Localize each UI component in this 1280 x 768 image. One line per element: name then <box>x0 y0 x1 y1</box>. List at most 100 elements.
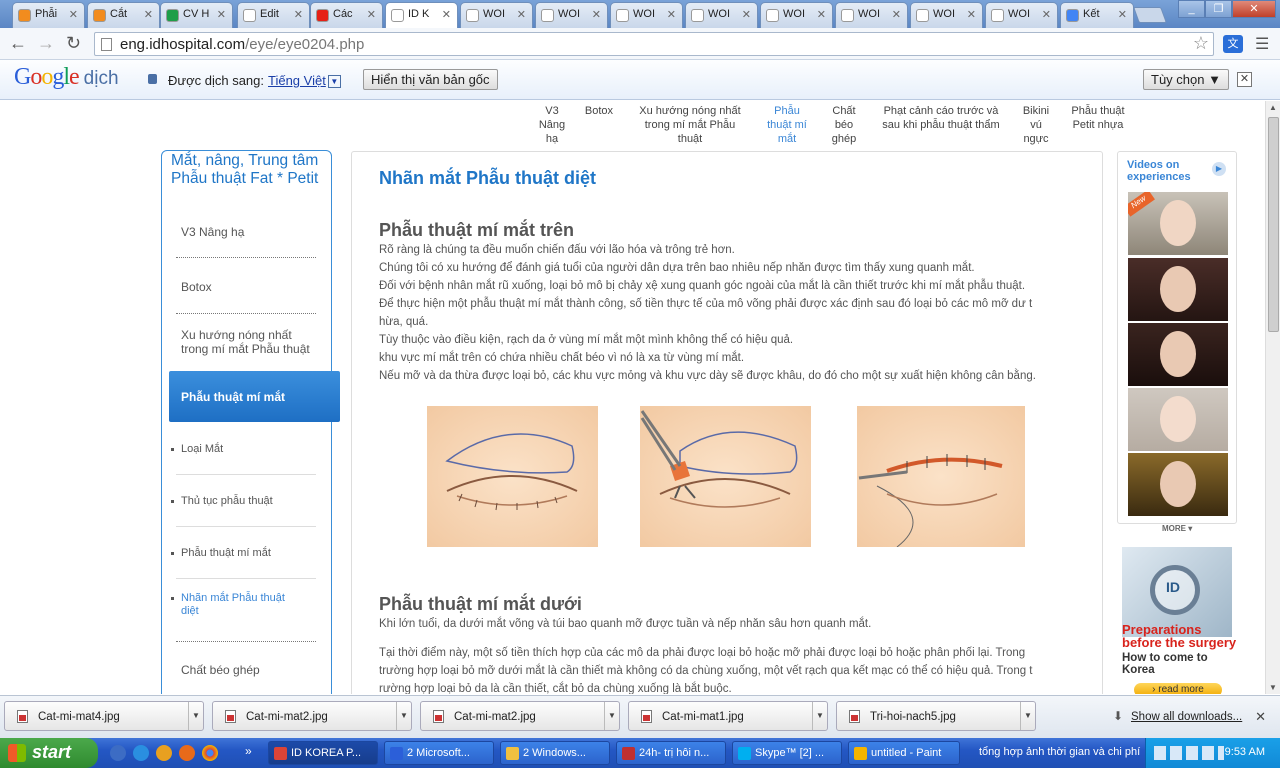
play-icon[interactable]: ▶ <box>1212 162 1226 176</box>
video-thumbnail[interactable] <box>1128 258 1228 321</box>
ie-icon[interactable] <box>133 745 149 761</box>
browser-tab[interactable]: Phẫi ✕ <box>12 2 85 28</box>
taskbar-task[interactable]: ID KOREA P... <box>268 741 378 765</box>
show-desktop-icon[interactable] <box>110 745 126 761</box>
browser-tab[interactable]: WOI ✕ <box>535 2 608 28</box>
bookmark-star-icon[interactable]: ☆ <box>1193 33 1209 54</box>
browser-tab[interactable]: WOI ✕ <box>685 2 758 28</box>
taskbar-task[interactable]: 24h- trị hôi n... <box>616 741 726 765</box>
show-all-downloads-link[interactable]: Show all downloads... <box>1131 711 1242 723</box>
translate-icon[interactable]: 文 <box>1223 35 1243 53</box>
video-thumbnail[interactable] <box>1128 453 1228 516</box>
forward-icon[interactable]: → <box>37 34 55 52</box>
download-item[interactable]: Cat-mi-mat2.jpg ▼ <box>420 701 620 731</box>
download-menu-icon[interactable]: ▼ <box>188 702 203 730</box>
video-thumbnail[interactable] <box>1128 388 1228 451</box>
sidebar-sub-eyelid-surgery[interactable]: Phẫu thuật mí mắt <box>171 547 271 559</box>
close-tab-icon[interactable]: ✕ <box>517 8 526 21</box>
options-button[interactable]: Tùy chọn ▼ <box>1143 69 1229 90</box>
close-tab-icon[interactable]: ✕ <box>892 8 901 21</box>
browser-tab[interactable]: Các ✕ <box>310 2 383 28</box>
maximize-button[interactable]: ❐ <box>1205 0 1232 18</box>
sidebar-item-v3[interactable]: V3 Nâng hạ <box>181 225 244 239</box>
close-window-button[interactable]: ✕ <box>1232 0 1276 18</box>
language-select[interactable]: Tiếng Việt <box>268 73 326 88</box>
firefox-icon[interactable] <box>179 745 195 761</box>
topnav-botox[interactable]: Botox <box>580 104 618 118</box>
close-tab-icon[interactable]: ✕ <box>1042 8 1051 21</box>
topnav-eyelid[interactable]: Phẫu thuật mí mắt <box>764 104 810 146</box>
taskbar-task[interactable]: untitled - Paint <box>848 741 960 765</box>
download-menu-icon[interactable]: ▼ <box>1020 702 1035 730</box>
topnav-trend[interactable]: Xu hướng nóng nhất trong mí mắt Phẫu thu… <box>636 104 744 146</box>
taskbar-task[interactable]: 2 Windows... <box>500 741 610 765</box>
browser-tab[interactable]: WOI ✕ <box>985 2 1058 28</box>
more-button[interactable]: MORE ▾ <box>1162 524 1192 533</box>
download-menu-icon[interactable]: ▼ <box>396 702 411 730</box>
read-more-button[interactable]: › read more <box>1134 683 1222 694</box>
close-tab-icon[interactable]: ✕ <box>592 8 601 21</box>
page-scrollbar[interactable]: ▲ ▼ <box>1265 101 1280 694</box>
preparations-title[interactable]: Preparations before the surgery <box>1122 623 1237 649</box>
sidebar-sub-procedure[interactable]: Thủ tục phẫu thuật <box>171 495 273 507</box>
browser-tab[interactable]: Kết ✕ <box>1060 2 1134 28</box>
browser-tab[interactable]: WOI ✕ <box>910 2 983 28</box>
topnav-petit[interactable]: Phẫu thuật Petit nhựa <box>1067 104 1129 132</box>
close-icon[interactable]: ✕ <box>1255 709 1266 725</box>
topnav-fat[interactable]: Chất béo ghép <box>826 104 862 146</box>
sidebar-item-botox[interactable]: Botox <box>181 280 212 294</box>
browser-tab[interactable]: WOI ✕ <box>610 2 683 28</box>
close-tab-icon[interactable]: ✕ <box>144 8 153 21</box>
language-dropdown-icon[interactable]: ▼ <box>327 75 341 89</box>
tray-icons[interactable] <box>1154 746 1224 760</box>
browser-tab[interactable]: Edit ✕ <box>237 2 310 28</box>
taskbar-task[interactable]: 2 Microsoft... <box>384 741 494 765</box>
clock[interactable]: 9:53 AM <box>1225 746 1265 758</box>
start-button[interactable]: start <box>0 738 98 768</box>
close-icon[interactable]: ✕ <box>1237 72 1252 87</box>
topnav-bikini[interactable]: Bikini vú ngực <box>1017 104 1055 146</box>
chrome-icon[interactable] <box>202 745 218 761</box>
download-item[interactable]: Tri-hoi-nach5.jpg ▼ <box>836 701 1036 731</box>
minimize-button[interactable]: _ <box>1178 0 1205 18</box>
back-icon[interactable]: ← <box>9 34 27 52</box>
quicklaunch-chevron-icon[interactable]: » <box>245 744 252 758</box>
browser-tab[interactable]: WOI ✕ <box>835 2 908 28</box>
download-menu-icon[interactable]: ▼ <box>604 702 619 730</box>
show-original-button[interactable]: Hiển thị văn bản gốc <box>363 69 498 90</box>
close-tab-icon[interactable]: ✕ <box>69 8 78 21</box>
media-player-icon[interactable] <box>156 745 172 761</box>
sidebar-sub-active[interactable]: Nhãn mắt Phẫu thuật diệt <box>171 592 296 618</box>
browser-tab[interactable]: WOI ✕ <box>460 2 533 28</box>
close-tab-icon[interactable]: ✕ <box>667 8 676 21</box>
browser-tab[interactable]: Cắt ✕ <box>87 2 160 28</box>
scroll-down-icon[interactable]: ▼ <box>1269 683 1277 692</box>
close-tab-icon[interactable]: ✕ <box>294 8 303 21</box>
video-thumbnail[interactable]: New <box>1128 192 1228 255</box>
download-item[interactable]: Cat-mi-mat4.jpg ▼ <box>4 701 204 731</box>
sidebar-sub-eye-type[interactable]: Loại Mắt <box>170 443 223 455</box>
taskbar-task[interactable]: Skype™ [2] ... <box>732 741 842 765</box>
close-tab-icon[interactable]: ✕ <box>217 8 226 21</box>
close-tab-icon[interactable]: ✕ <box>817 8 826 21</box>
url-text[interactable]: eng.idhospital.com/eye/eye0204.php <box>120 36 364 53</box>
close-tab-icon[interactable]: ✕ <box>442 8 451 21</box>
download-item[interactable]: Cat-mi-mat1.jpg ▼ <box>628 701 828 731</box>
new-tab-button[interactable] <box>1133 7 1167 23</box>
wrench-menu-icon[interactable]: ☰ <box>1255 34 1269 54</box>
videos-title[interactable]: Videos on experiences <box>1127 159 1207 183</box>
download-item[interactable]: Cat-mi-mat2.jpg ▼ <box>212 701 412 731</box>
sidebar-item-fat[interactable]: Chất béo ghép <box>181 663 260 677</box>
topnav-v3[interactable]: V3 Nâng hạ <box>533 104 571 146</box>
reload-icon[interactable]: ↻ <box>66 34 81 52</box>
address-bar[interactable]: eng.idhospital.com/eye/eye0204.php ☆ <box>94 32 1214 56</box>
topnav-warning[interactable]: Phạt cảnh cáo trước và sau khi phẫu thuậ… <box>878 104 1004 132</box>
scrollbar-thumb[interactable] <box>1268 117 1279 332</box>
scroll-up-icon[interactable]: ▲ <box>1269 103 1277 112</box>
close-tab-icon[interactable]: ✕ <box>367 8 376 21</box>
video-thumbnail[interactable] <box>1128 323 1228 386</box>
download-menu-icon[interactable]: ▼ <box>812 702 827 730</box>
browser-tab[interactable]: WOI ✕ <box>760 2 833 28</box>
sidebar-item-eyelid[interactable]: Phẫu thuật mí mắt <box>169 371 340 422</box>
browser-tab[interactable]: ID K ✕ <box>385 2 458 28</box>
